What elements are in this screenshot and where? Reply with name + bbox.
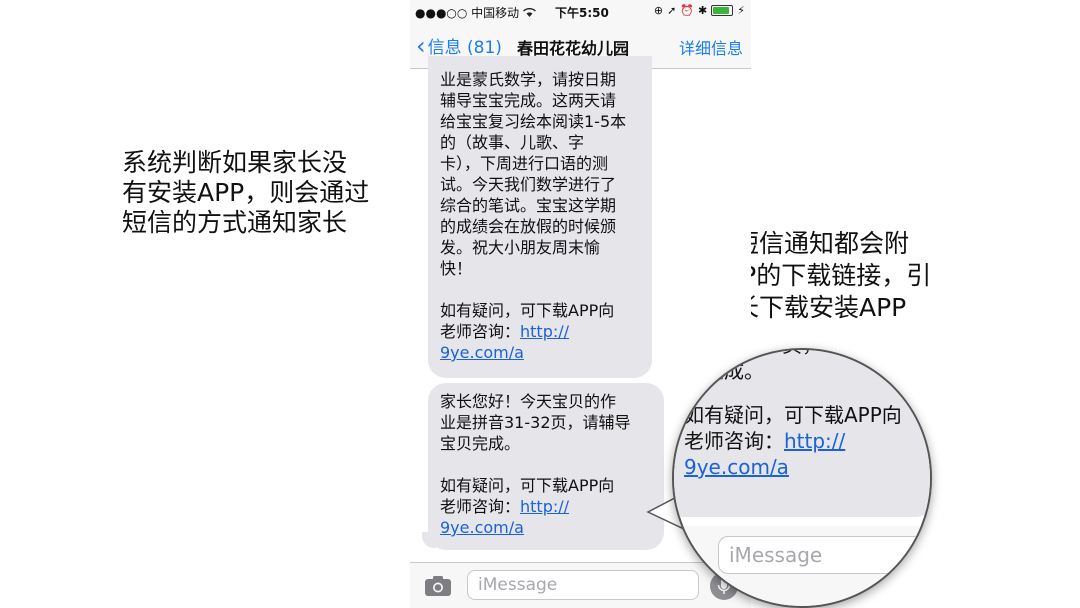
download-link[interactable]: http:// <box>520 497 569 516</box>
message-bubble: 家长您好！今天宝贝的作 业是拼音31-32页，请辅导 宝贝完成。 如有疑问，可下… <box>428 383 664 550</box>
chevron-left-icon: ‹ <box>416 31 426 60</box>
details-button[interactable]: 详细信息 <box>679 35 743 59</box>
bluetooth-icon: ✱ <box>698 4 708 17</box>
clock: 下午5:50 <box>555 6 609 20</box>
status-icons: ⊕ ➚ ⏰ ✱ ⚡ <box>654 4 745 17</box>
wifi-icon <box>523 7 537 17</box>
annotation-left-text: 系统判断如果家长没 有安装APP，则会通过 短信的方式通知家长 <box>122 148 370 237</box>
annotation-left: 系统判断如果家长没 有安装APP，则会通过 短信的方式通知家长 <box>122 148 402 238</box>
zoomed-footer: 如有疑问，可下载APP向 老师咨询：http://9ye.com/a <box>684 402 922 480</box>
message-footer: 如有疑问，可下载APP向 老师咨询：http://9ye.com/a <box>440 475 652 538</box>
message-bubble: 业是蒙氏数学，请按日期 辅导宝宝完成。这两天请 给宝宝复习绘本阅读1-5本 的（… <box>428 56 652 378</box>
charging-icon: ⚡ <box>737 4 745 17</box>
message-text: 家长您好！今天宝贝的作 业是拼音31-32页，请辅导 宝贝完成。 <box>440 392 631 453</box>
battery-fill <box>713 7 729 14</box>
location-icon: ➚ <box>667 4 677 17</box>
download-link-cont[interactable]: 9ye.com/a <box>440 518 524 537</box>
zoomed-message-input: iMessage <box>718 536 930 574</box>
camera-icon[interactable] <box>424 575 452 597</box>
message-input[interactable]: iMessage <box>467 570 699 600</box>
status-bar: ●●●○○ 中国移动 下午5:50 ⊕ ➚ ⏰ ✱ ⚡ <box>410 0 751 22</box>
zoomed-line-2: 贝完成。 <box>684 359 764 383</box>
download-link-cont[interactable]: 9ye.com/a <box>440 343 524 362</box>
carrier-label: ●●●○○ 中国移动 <box>415 6 520 20</box>
alarm-icon: ⏰ <box>680 4 695 17</box>
back-button[interactable]: ‹ 信息 (81) <box>416 31 502 60</box>
download-link[interactable]: http:// <box>520 322 569 341</box>
rotation-lock-icon: ⊕ <box>653 4 664 17</box>
message-text: 业是蒙氏数学，请按日期 辅导宝宝完成。这两天请 给宝宝复习绘本阅读1-5本 的（… <box>440 70 627 278</box>
battery-icon <box>711 5 734 16</box>
zoomed-message-bubble: 拼音31-32页， 贝完成。 如有疑问，可下载APP向 老师咨询：http://… <box>674 350 930 517</box>
message-footer: 如有疑问，可下载APP向 老师咨询：http://9ye.com/a <box>440 300 640 363</box>
carrier-indicator: ●●●○○ 中国移动 <box>415 4 537 21</box>
bubble-tail <box>422 532 436 548</box>
back-label: 信息 (81) <box>427 38 502 58</box>
zoomed-line-1: 拼音31-32页， <box>684 350 922 358</box>
zoomed-download-link-cont[interactable]: 9ye.com/a <box>684 455 789 479</box>
magnifier-circle: 拼音31-32页， 贝完成。 如有疑问，可下载APP向 老师咨询：http://… <box>672 348 932 608</box>
zoomed-download-link[interactable]: http:// <box>784 429 845 453</box>
